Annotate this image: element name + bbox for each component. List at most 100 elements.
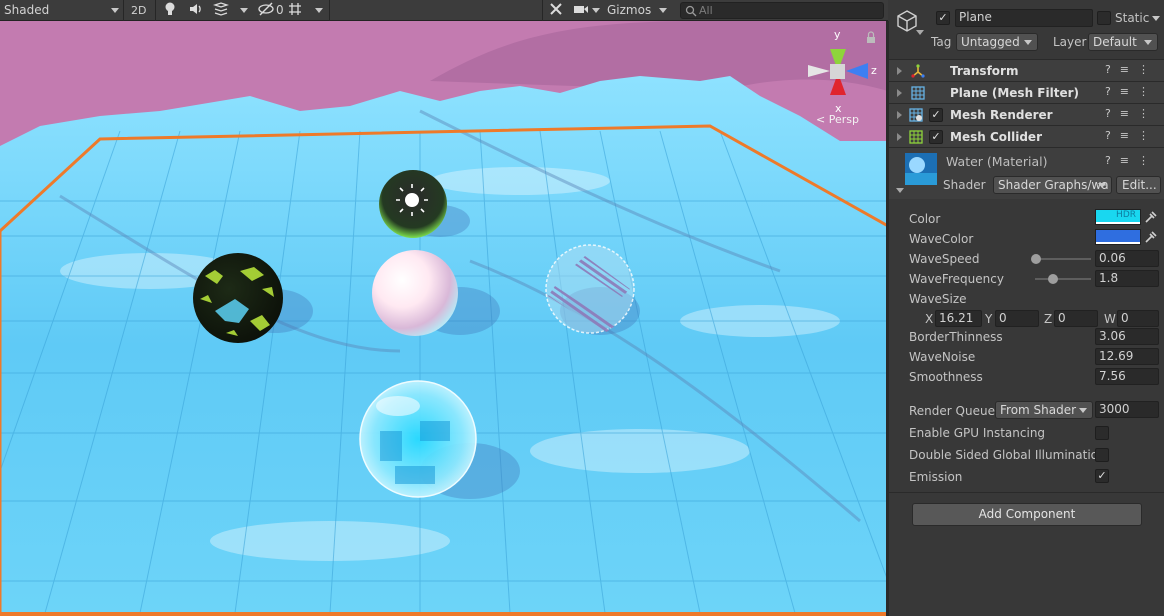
kebab-menu-icon[interactable]: ⋮ bbox=[1138, 63, 1158, 76]
material-header[interactable]: Water (Material) ?≡⋮ Shader Shader Graph… bbox=[889, 147, 1164, 199]
wavespeed-slider-handle[interactable] bbox=[1031, 254, 1041, 264]
wavesize-w-field[interactable]: 0 bbox=[1117, 310, 1159, 327]
chevron-down-icon[interactable] bbox=[896, 188, 904, 193]
mesh-collider-enabled-checkbox[interactable]: ✓ bbox=[929, 130, 943, 144]
help-icon[interactable]: ? bbox=[1105, 63, 1120, 76]
2d-toggle-button[interactable]: 2D bbox=[131, 1, 146, 20]
gizmos-dropdown[interactable]: Gizmos bbox=[607, 1, 667, 20]
wavespeed-slider[interactable] bbox=[1035, 258, 1091, 260]
shading-mode-dropdown[interactable]: Shaded bbox=[4, 1, 120, 20]
shader-edit-button[interactable]: Edit... bbox=[1116, 176, 1161, 194]
render-queue-mode: From Shader bbox=[1000, 403, 1077, 417]
help-icon[interactable]: ? bbox=[1105, 85, 1120, 98]
component-header-icons[interactable]: ?≡⋮ bbox=[1105, 129, 1158, 142]
wavefrequency-slider-handle[interactable] bbox=[1048, 274, 1058, 284]
pearl-sphere[interactable] bbox=[372, 250, 458, 336]
active-checkbox[interactable]: ✓ bbox=[936, 11, 950, 25]
shader-dropdown[interactable]: Shader Graphs/wa bbox=[993, 176, 1112, 194]
toolbar-options-dropdown[interactable] bbox=[312, 1, 326, 20]
preset-icon[interactable]: ≡ bbox=[1120, 107, 1138, 120]
component-mesh-collider[interactable]: ✓ Mesh Collider ?≡⋮ bbox=[889, 125, 1164, 147]
wavesize-y-field[interactable]: 0 bbox=[995, 310, 1039, 327]
foldout-arrow-icon[interactable] bbox=[897, 67, 902, 75]
emission-checkbox[interactable]: ✓ bbox=[1095, 469, 1109, 483]
wavecolor-swatch[interactable] bbox=[1095, 229, 1141, 245]
glass-sphere[interactable] bbox=[359, 380, 477, 498]
component-header-icons[interactable]: ?≡⋮ bbox=[1105, 107, 1158, 120]
preset-icon[interactable]: ≡ bbox=[1120, 63, 1138, 76]
tag-dropdown[interactable]: Untagged bbox=[956, 33, 1038, 51]
striped-transparent-sphere[interactable] bbox=[545, 244, 635, 334]
scene-viewport[interactable]: y z x < Persp bbox=[0, 21, 888, 613]
foldout-arrow-icon[interactable] bbox=[897, 111, 902, 119]
component-mesh-filter[interactable]: Plane (Mesh Filter) ?≡⋮ bbox=[889, 81, 1164, 103]
chevron-down-icon bbox=[111, 8, 119, 13]
preset-icon[interactable]: ≡ bbox=[1120, 154, 1138, 167]
kebab-menu-icon[interactable]: ⋮ bbox=[1138, 129, 1158, 142]
camera-settings-dropdown[interactable] bbox=[573, 1, 601, 20]
wavefrequency-label: WaveFrequency bbox=[909, 272, 1004, 286]
section-divider bbox=[889, 492, 1164, 493]
component-name: Plane (Mesh Filter) bbox=[950, 86, 1079, 100]
chevron-down-icon[interactable] bbox=[1152, 16, 1160, 21]
render-queue-field[interactable]: 3000 bbox=[1095, 401, 1159, 418]
mesh-filter-icon bbox=[911, 86, 925, 100]
dark-speckled-sphere[interactable] bbox=[193, 253, 283, 343]
wavespeed-field[interactable]: 0.06 bbox=[1095, 250, 1159, 267]
gpu-instancing-checkbox[interactable] bbox=[1095, 426, 1109, 440]
material-header-icons[interactable]: ?≡⋮ bbox=[1105, 154, 1158, 167]
kebab-menu-icon[interactable]: ⋮ bbox=[1138, 107, 1158, 120]
component-header-icons[interactable]: ?≡⋮ bbox=[1105, 85, 1158, 98]
search-placeholder: All bbox=[699, 4, 713, 17]
borderthinness-label: BorderThinness bbox=[909, 330, 1003, 344]
wavesize-z-field[interactable]: 0 bbox=[1054, 310, 1098, 327]
component-header-icons[interactable]: ?≡⋮ bbox=[1105, 63, 1158, 76]
layer-dropdown[interactable]: Default bbox=[1088, 33, 1158, 51]
render-queue-dropdown[interactable]: From Shader bbox=[995, 401, 1093, 419]
toolbar-divider bbox=[542, 0, 543, 21]
add-component-button[interactable]: Add Component bbox=[912, 503, 1142, 526]
tools-button[interactable] bbox=[548, 1, 564, 20]
preset-icon[interactable]: ≡ bbox=[1120, 129, 1138, 142]
eyedropper-icon[interactable] bbox=[1144, 230, 1158, 244]
wavesize-x-field[interactable]: 16.21 bbox=[935, 310, 982, 327]
kebab-menu-icon[interactable]: ⋮ bbox=[1138, 154, 1158, 167]
preset-icon[interactable]: ≡ bbox=[1120, 85, 1138, 98]
smoothness-field[interactable]: 7.56 bbox=[1095, 368, 1159, 385]
audio-toggle-button[interactable] bbox=[188, 1, 204, 20]
foldout-arrow-icon[interactable] bbox=[897, 133, 902, 141]
effects-dropdown[interactable] bbox=[212, 1, 248, 20]
effects-icon bbox=[212, 2, 230, 16]
help-icon[interactable]: ? bbox=[1105, 129, 1120, 142]
component-mesh-renderer[interactable]: ✓ Mesh Renderer ?≡⋮ bbox=[889, 103, 1164, 125]
eyedropper-icon[interactable] bbox=[1144, 210, 1158, 224]
borderthinness-field[interactable]: 3.06 bbox=[1095, 328, 1159, 345]
grid-toggle-button[interactable] bbox=[287, 1, 307, 20]
tag-value: Untagged bbox=[961, 35, 1020, 49]
search-icon bbox=[685, 5, 697, 17]
wavefrequency-slider[interactable] bbox=[1035, 278, 1091, 280]
scene-visibility-toggle[interactable]: 0 bbox=[257, 1, 284, 20]
component-transform[interactable]: Transform ?≡⋮ bbox=[889, 59, 1164, 81]
green-sphere[interactable] bbox=[379, 170, 447, 238]
double-sided-gi-checkbox[interactable] bbox=[1095, 448, 1109, 462]
wavenoise-field[interactable]: 12.69 bbox=[1095, 348, 1159, 365]
chevron-down-icon[interactable] bbox=[916, 30, 924, 35]
help-icon[interactable]: ? bbox=[1105, 107, 1120, 120]
water-plane[interactable] bbox=[0, 76, 888, 613]
lighting-toggle-button[interactable] bbox=[163, 1, 177, 20]
projection-toggle[interactable]: < Persp bbox=[816, 113, 859, 126]
mesh-collider-icon bbox=[909, 130, 923, 144]
foldout-arrow-icon[interactable] bbox=[897, 89, 902, 97]
mesh-renderer-enabled-checkbox[interactable]: ✓ bbox=[929, 108, 943, 122]
wavefrequency-field[interactable]: 1.8 bbox=[1095, 270, 1159, 287]
tools-icon bbox=[550, 3, 562, 15]
kebab-menu-icon[interactable]: ⋮ bbox=[1138, 85, 1158, 98]
help-icon[interactable]: ? bbox=[1105, 154, 1120, 167]
color-swatch[interactable]: HDR bbox=[1095, 209, 1141, 225]
static-checkbox[interactable] bbox=[1097, 11, 1111, 25]
object-name-field[interactable]: Plane bbox=[955, 9, 1093, 27]
scene-search-input[interactable]: All bbox=[680, 2, 884, 19]
grid-icon bbox=[289, 3, 301, 15]
wavesize-w-label: W bbox=[1104, 312, 1116, 326]
